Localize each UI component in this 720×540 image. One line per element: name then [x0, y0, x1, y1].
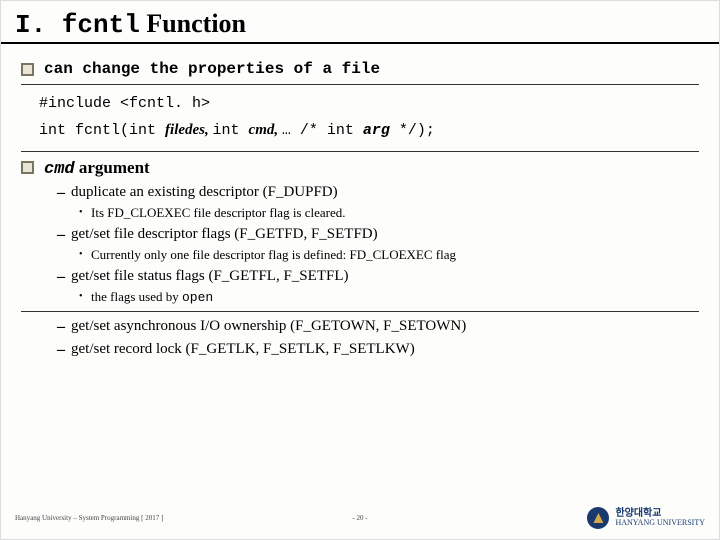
footer-right: 한양대학교 HANYANG UNIVERSITY [587, 507, 705, 529]
divider-mid [21, 311, 699, 312]
bullet-2-text: cmd argument [44, 158, 150, 179]
list-item: –get/set file status flags (F_GETFL, F_S… [57, 268, 699, 286]
square-bullet-icon [21, 161, 34, 174]
university-logo-icon [587, 507, 609, 529]
bullet-1-text: can change the properties of a file [44, 60, 380, 78]
footer-left: Hanyang University – System Programming … [15, 514, 163, 522]
list-item: –get/set file descriptor flags (F_GETFD,… [57, 226, 699, 244]
divider-bottom [21, 151, 699, 152]
list-item: –duplicate an existing descriptor (F_DUP… [57, 184, 699, 202]
page-number: - 20 - [352, 514, 367, 522]
list-item: –get/set record lock (F_GETLK, F_SETLK, … [57, 341, 699, 359]
slide-title: I. fcntl Function [15, 9, 705, 40]
footer: Hanyang University – System Programming … [1, 507, 719, 529]
university-name: 한양대학교 HANYANG UNIVERSITY [615, 508, 705, 528]
include-line: #include <fcntl. h> [39, 95, 699, 112]
signature-line: int fcntl(int filedes, int cmd, … /* int… [39, 122, 699, 139]
list-item: –get/set asynchronous I/O ownership (F_G… [57, 318, 699, 336]
title-bar: I. fcntl Function [1, 1, 719, 44]
square-bullet-icon [21, 63, 34, 76]
divider-top [21, 84, 699, 85]
bullet-2: cmd argument [21, 158, 699, 179]
title-prefix: I. fcntl [15, 10, 140, 40]
title-suffix: Function [140, 9, 246, 38]
bullet-1: can change the properties of a file [21, 60, 699, 78]
content-area: can change the properties of a file #inc… [1, 44, 719, 359]
sublist: –duplicate an existing descriptor (F_DUP… [57, 184, 699, 359]
list-subitem: •Its FD_CLOEXEC file descriptor flag is … [79, 205, 699, 221]
list-subitem: •Currently only one file descriptor flag… [79, 247, 699, 263]
code-box: #include <fcntl. h> int fcntl(int filede… [21, 91, 699, 145]
list-subitem: •the flags used by open [79, 289, 699, 305]
